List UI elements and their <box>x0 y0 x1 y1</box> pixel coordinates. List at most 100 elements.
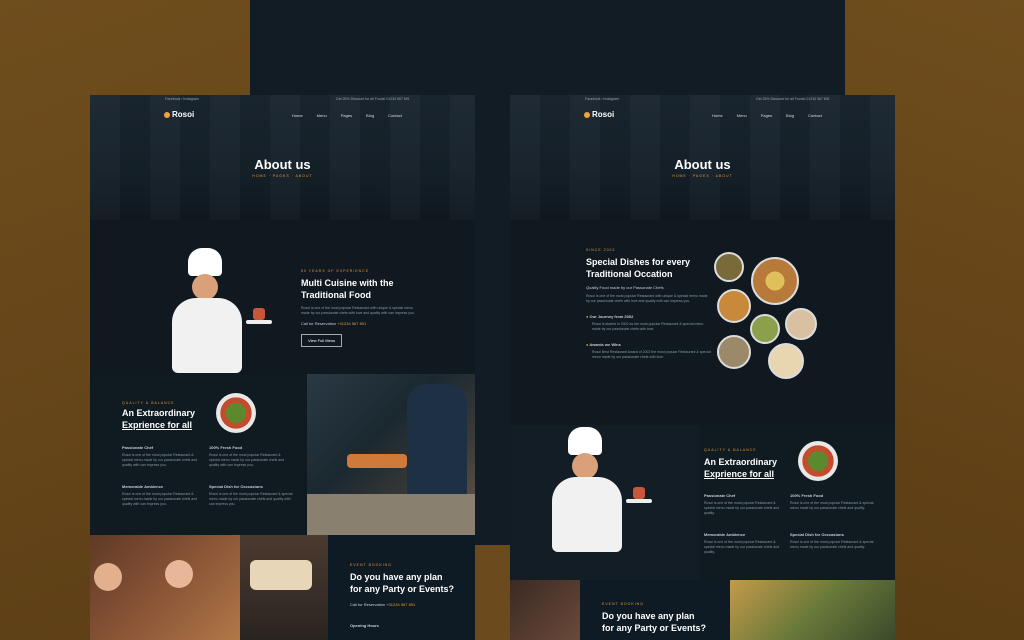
nav-home[interactable]: Home <box>712 113 723 118</box>
opening-hours-label: Opening Hours <box>350 623 379 628</box>
awards-title: ● Awards we Wins <box>586 342 621 347</box>
journey-title: ● Our Journey from 2002 <box>586 314 634 319</box>
chef-hat <box>568 427 602 455</box>
feature-text: Rosoi is one of the most popular Restaur… <box>122 492 198 506</box>
features-title-line1: An Extraordinary <box>122 408 196 418</box>
topbar-offer: Get 25% Discount for all Foods! 01234 56… <box>336 97 410 101</box>
feature-text: Rosoi is one of the most popular Restaur… <box>209 453 285 467</box>
feature-text: Rosoi is one of the most popular Restaur… <box>704 540 780 554</box>
dish-image <box>714 252 744 282</box>
dish-image <box>717 289 751 323</box>
diner-face <box>165 560 193 588</box>
topbar: Facebook / Instagram Get 25% Discount fo… <box>90 97 475 105</box>
event-title-line2: for any Party or Events? <box>602 623 707 633</box>
topbar-social[interactable]: Facebook / Instagram <box>165 97 199 101</box>
event-eyebrow: EVENT BOOKING <box>602 602 644 606</box>
serving-plate <box>626 499 652 503</box>
chef-coat <box>552 477 622 552</box>
salad-bowl-image <box>216 393 256 433</box>
dish-image <box>751 257 799 305</box>
restaurant-interior-photo <box>730 580 895 640</box>
event-booking-section: EVENT BOOKING Do you have any plan for a… <box>580 580 730 640</box>
topbar: Facebook / Instagram Get 25% Discount fo… <box>510 97 895 105</box>
dish-image <box>750 314 780 344</box>
event-reservation: Call for Reservation +01234 567 891 <box>350 602 416 607</box>
dessert-image <box>633 487 645 499</box>
breadcrumb[interactable]: HOME · PAGES · ABOUT <box>90 174 475 178</box>
main-nav: Home Menu Pages Blog Contact <box>712 113 822 118</box>
nav-contact[interactable]: Contact <box>388 113 402 118</box>
view-menu-button[interactable]: View Full Menu <box>301 334 343 347</box>
chef-hat <box>188 248 222 276</box>
special-title-line1: Special Dishes for every <box>586 257 691 267</box>
event-phone[interactable]: +01234 567 891 <box>386 602 415 607</box>
feature-title: Memorable Ambience <box>704 532 746 537</box>
feature-text: Rosoi is one of the most popular Restaur… <box>209 492 293 506</box>
nav-blog[interactable]: Blog <box>786 113 794 118</box>
about-reservation: Call for Reservation +01234 567 891 <box>301 321 367 326</box>
sushi-plate <box>250 560 312 590</box>
event-title-line1: Do you have any plan <box>602 611 695 621</box>
features-section: QUALITY & BALANCE An Extraordinary Expri… <box>90 375 305 535</box>
event-title-line1: Do you have any plan <box>350 572 443 582</box>
feature-title: Passionate Chef <box>704 493 736 498</box>
diners-photo <box>90 535 240 640</box>
logo-icon <box>584 111 590 118</box>
logo-icon <box>164 111 170 118</box>
nav-contact[interactable]: Contact <box>808 113 822 118</box>
nav-blog[interactable]: Blog <box>366 113 374 118</box>
chef-face <box>192 274 218 300</box>
features-title-line2: Exprience for all <box>704 469 775 479</box>
main-nav: Home Menu Pages Blog Contact <box>292 113 402 118</box>
page-title: About us <box>254 157 311 172</box>
chef-image <box>160 248 280 375</box>
features-section: QUALITY & BALANCE An Extraordinary Expri… <box>700 425 895 580</box>
feature-text: Rosoi is one of the most popular Restaur… <box>790 501 874 510</box>
dessert-photo <box>510 580 580 640</box>
breadcrumb[interactable]: HOME · PAGES · ABOUT <box>510 174 895 178</box>
feature-title: Passionate Chef <box>122 445 154 450</box>
page-title: About us <box>674 157 731 172</box>
nav-pages[interactable]: Pages <box>341 113 352 118</box>
topbar-social[interactable]: Facebook / Instagram <box>585 97 619 101</box>
kitchen-counter <box>307 494 475 535</box>
about-section: 50 YEARS OF EXPERIENCE Multi Cuisine wit… <box>301 269 461 347</box>
features-eyebrow: QUALITY & BALANCE <box>704 448 757 452</box>
nav-pages[interactable]: Pages <box>761 113 772 118</box>
about-page-preview-right: Facebook / Instagram Get 25% Discount fo… <box>510 95 895 640</box>
nav-menu[interactable]: Menu <box>317 113 327 118</box>
special-subtitle: Quality Food made by our Passonate Chefs <box>586 285 664 290</box>
logo[interactable]: Rosoi <box>584 110 614 119</box>
special-dishes-section: SINCE 2002 Special Dishes for every Trad… <box>586 248 711 360</box>
flame-pan <box>347 454 407 468</box>
feature-title: 100% Fresh Food <box>209 445 243 450</box>
chef-coat <box>172 298 242 373</box>
dish-image <box>717 335 751 369</box>
dessert-image <box>253 308 265 320</box>
feature-text: Rosoi is one of the most popular Restaur… <box>790 540 874 549</box>
about-title-line2: Traditional Food <box>301 290 371 300</box>
nav-menu[interactable]: Menu <box>737 113 747 118</box>
dish-image <box>768 343 804 379</box>
topbar-offer: Get 25% Discount for all Foods! 01234 56… <box>756 97 830 101</box>
diner-face <box>94 563 122 591</box>
special-text: Rosoi is one of the most popular Restaur… <box>586 294 708 303</box>
logo[interactable]: Rosoi <box>164 110 194 119</box>
features-title-line1: An Extraordinary <box>704 457 778 467</box>
about-phone[interactable]: +01234 567 891 <box>337 321 366 326</box>
serving-plate <box>246 320 272 324</box>
nav-home[interactable]: Home <box>292 113 303 118</box>
salad-bowl-image <box>798 441 838 481</box>
about-page-preview-left: Facebook / Instagram Get 25% Discount fo… <box>90 95 475 640</box>
special-title-line2: Traditional Occation <box>586 269 673 279</box>
about-title-line1: Multi Cuisine with the <box>301 278 394 288</box>
event-title-line2: for any Party or Events? <box>350 584 455 594</box>
chef-cooking-photo <box>307 374 475 535</box>
awards-text: Rosoi Best Restaurant Award of 2002 the … <box>592 350 711 359</box>
features-eyebrow: QUALITY & BALANCE <box>122 401 175 405</box>
journey-text: Rosoi is started in 2002 as the most pop… <box>592 322 704 331</box>
feature-title: Memorable Ambience <box>122 484 164 489</box>
feature-title: Special Dish for Occcasions <box>790 532 844 537</box>
about-text: Rosoi is one of the most popular Restaur… <box>301 306 415 315</box>
event-booking-section: EVENT BOOKING Do you have any plan for a… <box>328 535 475 640</box>
